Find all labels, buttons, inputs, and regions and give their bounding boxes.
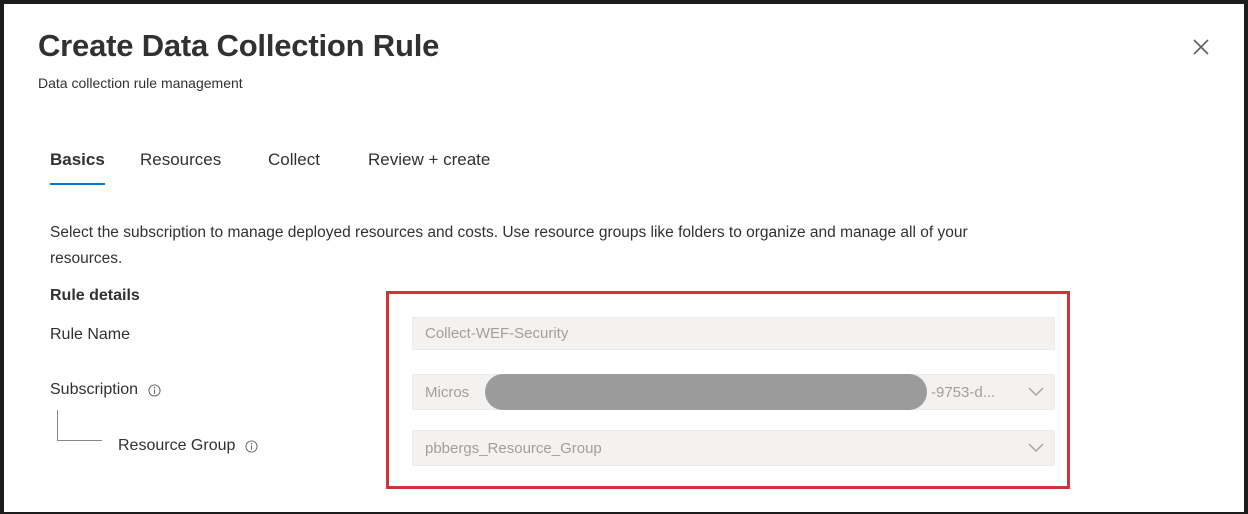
tree-connector-vertical [57, 410, 58, 440]
active-tab-indicator [50, 183, 105, 185]
tree-connector-horizontal [57, 440, 102, 441]
rule-name-label: Rule Name [50, 326, 130, 344]
description-text: Select the subscription to manage deploy… [50, 224, 968, 267]
close-icon [1193, 39, 1209, 55]
subscription-label: Subscription [50, 381, 161, 399]
tab-basics[interactable]: Basics [50, 150, 105, 170]
info-icon[interactable] [148, 383, 161, 397]
close-button[interactable] [1188, 34, 1214, 60]
subscription-label-text: Subscription [50, 381, 139, 398]
resource-group-label: Resource Group [118, 437, 258, 455]
rule-name-label-text: Rule Name [50, 326, 131, 343]
resource-group-label-text: Resource Group [118, 437, 236, 454]
rule-details-heading: Rule details [50, 287, 140, 304]
page-subtitle: Data collection rule management [38, 75, 243, 91]
tab-collect[interactable]: Collect [268, 150, 320, 170]
tab-resources[interactable]: Resources [140, 150, 221, 170]
info-icon[interactable] [245, 439, 258, 453]
highlight-box [386, 291, 1070, 489]
tab-review-create[interactable]: Review + create [368, 150, 490, 170]
page-title: Create Data Collection Rule [38, 28, 440, 63]
